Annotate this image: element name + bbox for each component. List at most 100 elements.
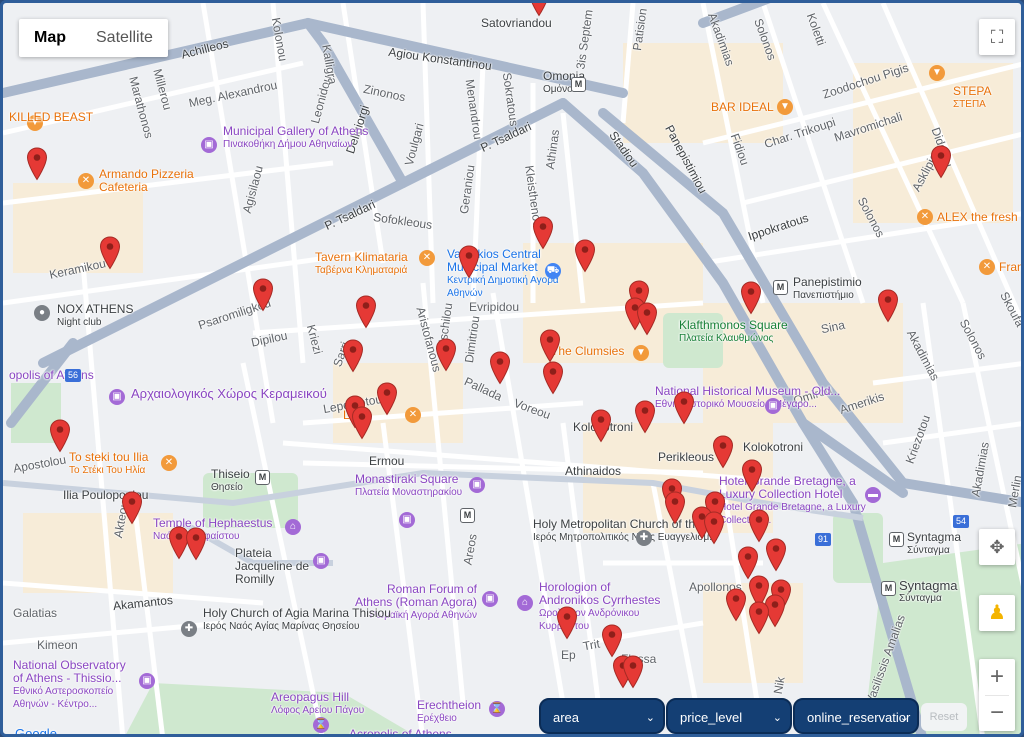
zoom-out-button[interactable]: − bbox=[979, 696, 1015, 731]
map-marker-pin[interactable] bbox=[121, 491, 143, 525]
place-plateia-jacqueline[interactable]: Plateia Jacqueline de Romilly bbox=[235, 547, 315, 586]
museum-icon[interactable]: ▣ bbox=[765, 398, 781, 414]
map-type-map-button[interactable]: Map bbox=[19, 19, 81, 57]
online-reservation-dropdown[interactable]: online_reservatior ⌄ bbox=[793, 698, 919, 734]
metro-icon[interactable]: M bbox=[571, 77, 586, 92]
landmark-icon[interactable]: ⌛ bbox=[489, 701, 505, 717]
place-tavern-klimataria[interactable]: Tavern Klimataria Ταβέρνα Κληματαριά bbox=[315, 251, 408, 277]
observatory-icon[interactable]: ▣ bbox=[139, 673, 155, 689]
fullscreen-button[interactable]: ⛶ bbox=[979, 19, 1015, 55]
map-marker-pin[interactable] bbox=[601, 624, 623, 658]
map-marker-pin[interactable] bbox=[877, 289, 899, 323]
landmark-icon[interactable]: ▣ bbox=[313, 553, 329, 569]
church-icon[interactable]: ✚ bbox=[181, 621, 197, 637]
map-marker-pin[interactable] bbox=[539, 329, 561, 363]
map-marker-pin[interactable] bbox=[435, 338, 457, 372]
map-marker-pin[interactable] bbox=[351, 406, 373, 440]
metro-icon[interactable]: M bbox=[881, 581, 896, 596]
map-marker-pin[interactable] bbox=[930, 145, 952, 179]
map-marker-pin[interactable] bbox=[574, 239, 596, 273]
map-marker-pin[interactable] bbox=[556, 606, 578, 640]
place-killed-beast[interactable]: KILLED BEAST bbox=[9, 111, 93, 124]
map-marker-pin[interactable] bbox=[636, 302, 658, 336]
restaurant-icon[interactable]: ✕ bbox=[405, 407, 421, 423]
map-marker-pin[interactable] bbox=[740, 281, 762, 315]
place-national-observatory[interactable]: National Observatory of Athens - Thissio… bbox=[13, 659, 138, 711]
map-marker-pin[interactable] bbox=[634, 400, 656, 434]
map-marker-pin[interactable] bbox=[489, 351, 511, 385]
shopping-cart-icon[interactable]: ⛟ bbox=[545, 263, 561, 279]
landmark-icon[interactable]: ⌛ bbox=[313, 717, 329, 733]
map-type-satellite-button[interactable]: Satellite bbox=[81, 19, 168, 57]
place-areopagus[interactable]: Areopagus Hill Λόφος Αρείου Πάγου bbox=[271, 691, 364, 717]
map-marker-pin[interactable] bbox=[725, 588, 747, 622]
place-acropolis[interactable]: Acropolis of Athens bbox=[349, 728, 452, 735]
map-marker-pin[interactable] bbox=[252, 278, 274, 312]
metro-icon[interactable]: M bbox=[255, 470, 270, 485]
landmark-icon[interactable]: ▣ bbox=[399, 512, 415, 528]
map-marker-pin[interactable] bbox=[99, 236, 121, 270]
gallery-icon[interactable]: ▣ bbox=[201, 137, 217, 153]
place-archaeological-site[interactable]: Αρχαιολογικός Χώρος Κεραμεικού bbox=[131, 387, 327, 400]
map-marker-pin[interactable] bbox=[765, 538, 787, 572]
museum-icon[interactable]: ▣ bbox=[109, 389, 125, 405]
map-marker-pin[interactable] bbox=[741, 459, 763, 493]
place-to-steki[interactable]: To steki tou Ilia Το Στέκι Του Ηλία bbox=[69, 451, 148, 477]
place-erechtheion[interactable]: Erechtheion Ερέχθειο bbox=[417, 699, 481, 725]
place-holy-metropolitan[interactable]: Holy Metropolitan Church of the... Ιερός … bbox=[533, 518, 718, 544]
area-dropdown[interactable]: area ⌄ bbox=[539, 698, 665, 734]
street-view-button[interactable]: ♟ bbox=[979, 595, 1015, 631]
place-clumsies[interactable]: The Clumsies bbox=[551, 345, 624, 358]
place-municipal-gallery[interactable]: Municipal Gallery of Athens Πινακοθήκη Δή… bbox=[223, 125, 368, 151]
map-marker-pin[interactable] bbox=[528, 3, 550, 17]
map-marker-pin[interactable] bbox=[664, 491, 686, 525]
price-level-dropdown[interactable]: price_level ⌄ bbox=[666, 698, 792, 734]
nightclub-icon[interactable]: ● bbox=[34, 305, 50, 321]
place-armando[interactable]: Armando Pizzeria Cafeteria bbox=[99, 168, 209, 194]
place-acropolis-archaeological[interactable]: opolis of Athens bbox=[9, 369, 94, 382]
map-marker-pin[interactable] bbox=[748, 601, 770, 635]
reset-button[interactable]: Reset bbox=[921, 703, 967, 731]
place-monastiraki[interactable]: Monastiraki Square Πλατεία Μοναστηρακίου bbox=[355, 473, 462, 499]
museum-icon[interactable]: ▣ bbox=[482, 591, 498, 607]
restaurant-icon[interactable]: ✕ bbox=[917, 209, 933, 225]
map-marker-pin[interactable] bbox=[355, 295, 377, 329]
map-marker-pin[interactable] bbox=[542, 361, 564, 395]
landmark-icon[interactable]: ⌂ bbox=[517, 595, 533, 611]
place-klafthmonos[interactable]: Klafthmonos Square Πλατεία Κλαυθμώνος bbox=[679, 319, 788, 345]
map-marker-pin[interactable] bbox=[458, 245, 480, 279]
map-marker-pin[interactable] bbox=[376, 382, 398, 416]
place-fran[interactable]: Fran bbox=[999, 261, 1021, 274]
map-marker-pin[interactable] bbox=[342, 339, 364, 373]
temple-icon[interactable]: ⌂ bbox=[285, 519, 301, 535]
map-marker-pin[interactable] bbox=[673, 391, 695, 425]
place-alex[interactable]: ALEX the fresh bbox=[937, 211, 1018, 224]
map-marker-pin[interactable] bbox=[712, 435, 734, 469]
landmark-icon[interactable]: ▣ bbox=[469, 477, 485, 493]
place-nox-athens[interactable]: NOX ATHENS Night club bbox=[57, 303, 133, 329]
map-marker-pin[interactable] bbox=[532, 216, 554, 250]
restaurant-icon[interactable]: ✕ bbox=[78, 173, 94, 189]
metro-icon[interactable]: M bbox=[460, 508, 475, 523]
map-marker-pin[interactable] bbox=[590, 409, 612, 443]
map-marker-pin[interactable] bbox=[49, 419, 71, 453]
place-bar-ideal[interactable]: BAR IDEAL bbox=[711, 101, 774, 114]
restaurant-icon[interactable]: ✕ bbox=[979, 259, 995, 275]
metro-icon[interactable]: M bbox=[889, 532, 904, 547]
place-stepa[interactable]: STEPA ΣΤΕΠΑ bbox=[953, 85, 991, 111]
restaurant-icon[interactable]: ✕ bbox=[419, 250, 435, 266]
bar-icon[interactable]: ▼ bbox=[633, 345, 649, 361]
map-marker-pin[interactable] bbox=[26, 147, 48, 181]
bar-icon[interactable]: ▼ bbox=[777, 99, 793, 115]
hotel-icon[interactable]: ▬ bbox=[865, 487, 881, 503]
restaurant-icon[interactable]: ✕ bbox=[161, 455, 177, 471]
map-marker-pin[interactable] bbox=[622, 655, 644, 689]
place-holy-church-agia[interactable]: Holy Church of Agia Marina Thisiou Ιερός … bbox=[203, 607, 391, 633]
map-marker-pin[interactable] bbox=[185, 527, 207, 561]
metro-icon[interactable]: M bbox=[773, 280, 788, 295]
bar-icon[interactable]: ▼ bbox=[929, 65, 945, 81]
zoom-in-button[interactable]: + bbox=[979, 659, 1015, 695]
camera-control-button[interactable]: ✥ bbox=[979, 529, 1015, 565]
map-marker-pin[interactable] bbox=[703, 511, 725, 545]
church-icon[interactable]: ✚ bbox=[636, 530, 652, 546]
